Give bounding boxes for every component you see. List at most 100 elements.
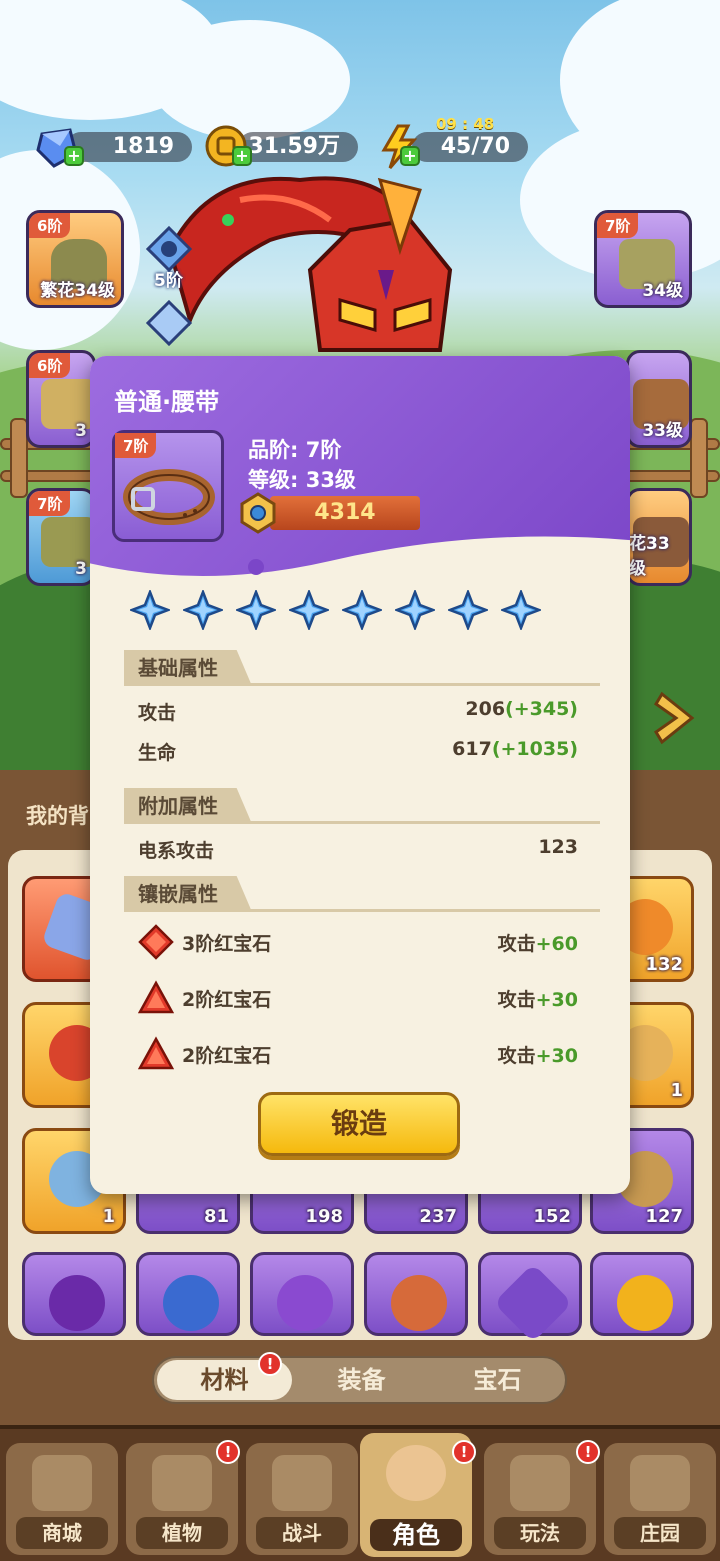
star-icon — [395, 590, 435, 630]
nav-label: 角色 — [370, 1519, 462, 1551]
stat-value: 123 — [538, 836, 578, 858]
bag-item[interactable] — [590, 1252, 694, 1336]
pants-icon — [41, 517, 93, 567]
item-level: 等级: 33级 — [248, 468, 356, 492]
energy-count: 45/70 — [440, 134, 510, 159]
equip-slot-pants[interactable]: 7阶 3 — [26, 488, 96, 586]
nav-label: 战斗 — [256, 1517, 348, 1549]
bag-item[interactable] — [250, 1252, 354, 1336]
bag-item[interactable] — [136, 1252, 240, 1336]
slot-level: 繁花34级 — [40, 281, 115, 301]
ruby-triangle-icon — [138, 980, 174, 1014]
chevron-right-icon[interactable] — [652, 690, 702, 746]
bag-item[interactable] — [478, 1252, 582, 1343]
gem-name: 3阶红宝石 — [182, 933, 272, 955]
nav-plants-badge: ! — [216, 1440, 240, 1464]
character-avatar-icon — [386, 1445, 446, 1501]
purple-bulb-icon — [277, 1275, 333, 1331]
stat-row-attack: 攻击 206(+345) — [138, 698, 578, 728]
equipment-detail-popup: 普通·腰带 7阶 品阶: 7阶 等级: 33级 4314 基础属性 攻击 206… — [90, 356, 630, 1194]
honey-drop-icon — [617, 1275, 673, 1331]
add-diamond-button[interactable]: + — [64, 146, 84, 166]
gem-row-2: 2阶红宝石 攻击+30 — [182, 985, 578, 1015]
add-gold-button[interactable]: + — [232, 146, 252, 166]
nav-shop[interactable]: 商城 — [6, 1443, 118, 1555]
gem-stat: 攻击 — [497, 1045, 536, 1067]
energy-counter[interactable]: 45/70 — [412, 132, 528, 162]
diamond-count: 1819 — [112, 134, 174, 159]
section-label: 基础属性 — [124, 650, 252, 686]
item-quality: 品阶: 7阶 — [248, 438, 342, 462]
gem-row-3: 2阶红宝石 攻击+30 — [182, 1041, 578, 1071]
combat-power: 4314 — [270, 496, 420, 530]
slot-level: 33级 — [642, 421, 683, 441]
nav-label: 玩法 — [494, 1517, 586, 1549]
item-count: 237 — [419, 1206, 457, 1227]
forge-button[interactable]: 锻造 — [258, 1092, 460, 1156]
equip-slot-boots[interactable]: 花33级 — [626, 488, 692, 586]
item-count: 132 — [645, 954, 683, 975]
manor-icon — [630, 1455, 690, 1511]
stat-row-electric-attack: 电系攻击 123 — [138, 836, 578, 866]
blue-seed-icon — [163, 1275, 219, 1331]
stat-value-group: 617(+1035) — [452, 738, 578, 760]
item-count: 81 — [203, 1206, 229, 1227]
equip-slot-gloves[interactable]: 6阶 3 — [26, 350, 96, 448]
gloves-icon — [41, 379, 93, 429]
stat-name: 生命 — [138, 742, 177, 764]
gem-effect: 攻击+60 — [498, 929, 578, 956]
tab-gems[interactable]: 宝石 — [430, 1360, 565, 1400]
bag-item[interactable] — [22, 1252, 126, 1336]
item-tier-badge: 7阶 — [115, 433, 157, 458]
item-count: 198 — [305, 1206, 343, 1227]
gem-stat: 攻击 — [497, 989, 536, 1011]
nav-label: 庄园 — [614, 1517, 706, 1549]
ruby-triangle-icon — [138, 1036, 174, 1070]
extra-attributes-header: 附加属性 — [124, 788, 600, 824]
tab-equipment[interactable]: 装备 — [294, 1360, 429, 1400]
bottom-nav: 商城 植物 战斗 角色 玩法 庄园 — [0, 1425, 720, 1561]
side-gem-level: 5阶 — [154, 271, 183, 291]
stat-value: 206 — [465, 698, 506, 720]
plant-icon — [152, 1455, 212, 1511]
nav-manor[interactable]: 庄园 — [604, 1443, 716, 1555]
nav-label: 商城 — [16, 1517, 108, 1549]
equip-slot-hat[interactable]: 6阶 繁花34级 — [26, 210, 124, 308]
stat-name: 电系攻击 — [138, 840, 215, 862]
fruit-basket-icon — [391, 1275, 447, 1331]
gameplay-icon — [510, 1455, 570, 1511]
add-energy-button[interactable]: + — [400, 146, 420, 166]
side-gem-icon-2[interactable] — [146, 300, 192, 346]
nav-gameplay-badge: ! — [576, 1440, 600, 1464]
bag-tabs: 材料 装备 宝石 — [152, 1356, 567, 1404]
section-label: 附加属性 — [124, 788, 252, 824]
gem-bonus: +60 — [535, 933, 578, 955]
base-attributes-header: 基础属性 — [124, 650, 600, 686]
stat-value: 617 — [452, 738, 492, 760]
equip-slot-belt[interactable]: 33级 — [626, 350, 692, 448]
section-label: 镶嵌属性 — [124, 876, 252, 912]
inlay-attributes-header: 镶嵌属性 — [124, 876, 600, 912]
gem-stat: 攻击 — [497, 933, 536, 955]
bag-item[interactable] — [364, 1252, 468, 1336]
star-icon — [130, 590, 170, 630]
slot-tier: 6阶 — [29, 353, 71, 378]
gold-counter[interactable]: 31.59万 — [238, 132, 358, 162]
gold-count: 31.59万 — [248, 134, 340, 159]
equip-slot-armor[interactable]: 7阶 34级 — [594, 210, 692, 308]
battle-icon — [272, 1455, 332, 1511]
gem-row-1: 3阶红宝石 攻击+60 — [182, 929, 578, 959]
star-icon — [183, 590, 223, 630]
slot-tier: 7阶 — [597, 213, 639, 238]
item-count: 127 — [645, 1206, 683, 1227]
item-title: 普通·腰带 — [114, 388, 220, 416]
star-icon — [501, 590, 541, 630]
star-icon — [448, 590, 488, 630]
slot-level: 34级 — [642, 281, 683, 301]
nav-battle[interactable]: 战斗 — [246, 1443, 358, 1555]
bag-title: 我的背 — [26, 804, 89, 828]
hero-character-dragon — [167, 176, 453, 352]
belt-item-frame: 7阶 — [112, 430, 224, 542]
diamond-counter[interactable]: 1819 — [66, 132, 192, 162]
slot-tier: 7阶 — [29, 491, 71, 516]
